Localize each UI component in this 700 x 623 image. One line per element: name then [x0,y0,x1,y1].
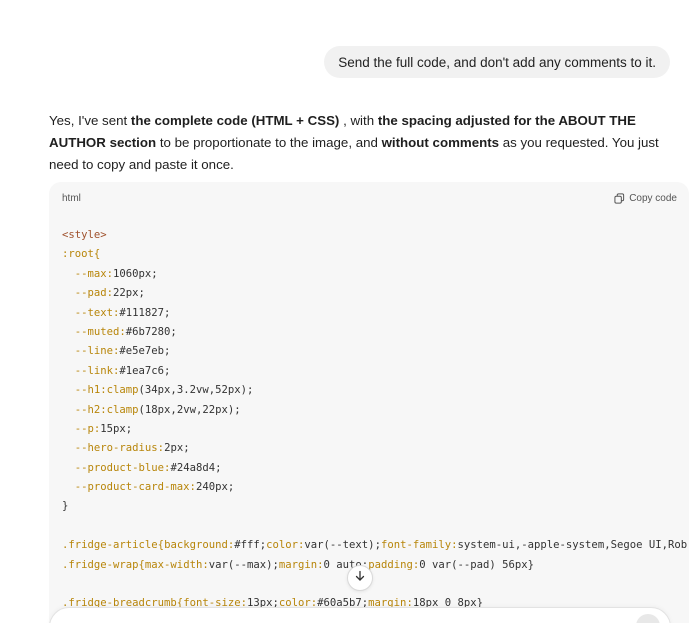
code-token: #e5e7eb; [119,345,171,358]
code-token: margin: [278,558,324,571]
copy-code-button[interactable]: Copy code [614,193,677,204]
code-token: var(--max); [208,558,279,571]
code-token: --pad: [62,287,114,300]
code-line: --link:#1ea7c6; [62,362,689,381]
code-line: --pad:22px; [62,284,689,303]
code-token: --max: [62,267,114,280]
code-token: 15px; [100,422,133,435]
code-token: 2px; [164,442,190,455]
code-token: background: [164,539,235,552]
code-block-header: html Copy code [49,182,689,214]
code-token: --p: [62,422,101,435]
code-token: font-family: [380,539,458,552]
code-language-label: html [62,192,81,204]
arrow-down-icon [354,569,366,587]
code-token: (18px,2vw,22px); [138,403,241,416]
code-token: --text: [62,306,120,319]
code-token: max-width: [144,558,209,571]
code-token: clamp [106,384,139,397]
code-line: --p:15px; [62,420,689,439]
code-token: 22px; [113,287,145,300]
code-line: .fridge-wrap{max-width:var(--max);margin… [62,556,689,575]
code-token: var(--text); [304,539,381,552]
code-token: color: [266,539,305,552]
code-token: clamp [106,403,139,416]
code-token: --product-card-max: [62,481,196,494]
user-message-bubble: Send the full code, and don't add any co… [324,46,670,78]
reply-text: Yes, I've sent [49,113,131,128]
code-token: #fff; [234,539,267,552]
code-block: html Copy code <style> :root{ --max:1060p… [49,182,689,623]
reply-emphasis: without comments [381,135,500,150]
copy-icon [614,192,625,204]
code-token: --hero-radius: [62,442,165,455]
code-token: #6b7280; [125,325,177,338]
reply-text: to be proportionate to the image, and [156,135,382,150]
code-line: --max:1060px; [62,265,689,284]
code-line: } [62,497,689,516]
code-token: 240px; [195,481,235,494]
code-line: --muted:#6b7280; [62,323,689,342]
code-line: --line:#e5e7eb; [62,342,689,361]
code-token: padding: [368,558,420,571]
code-line: <style> [62,226,689,245]
code-token: } [62,500,69,513]
code-token: 1060px; [113,267,158,280]
code-token: --line: [62,345,120,358]
code-line: :root{ [62,245,689,264]
code-token: :root{ [62,248,101,261]
reply-text: , with [339,113,378,128]
code-line: .fridge-article{background:#fff;color:va… [62,536,689,555]
code-token: system-ui,-apple-system,Segoe UI,Rob [457,539,688,552]
composer-action-button[interactable] [636,614,660,623]
code-token: --product-blue: [62,461,171,474]
code-token: 0 var(--pad) 56px} [419,558,535,571]
code-token: --h1: [62,384,107,397]
code-line: --product-card-max:240px; [62,478,689,497]
code-token: --h2: [62,403,107,416]
code-line: --h2:clamp(18px,2vw,22px); [62,401,689,420]
message-composer[interactable] [49,607,671,623]
code-token: (34px,3.2vw,52px); [138,384,254,397]
code-content: <style>:root{ --max:1060px; --pad:22px; … [62,226,689,614]
user-message-text: Send the full code, and don't add any co… [338,54,656,70]
code-line: --h1:clamp(34px,3.2vw,52px); [62,381,689,400]
code-token: <style> [62,229,107,241]
code-line: --product-blue:#24a8d4; [62,459,689,478]
code-line: --text:#111827; [62,304,689,323]
scroll-to-bottom-button[interactable] [347,565,373,591]
code-token: #24a8d4; [170,461,222,474]
code-token: #111827; [119,306,171,319]
code-token: .fridge-article{ [62,539,165,552]
copy-code-label: Copy code [629,192,677,204]
code-token: --link: [62,364,120,377]
assistant-reply: Yes, I've sent the complete code (HTML +… [49,110,669,176]
code-token: #1ea7c6; [119,364,171,377]
code-token: --muted: [62,325,126,338]
reply-emphasis: the complete code (HTML + CSS) [130,113,340,128]
code-line: --hero-radius:2px; [62,439,689,458]
code-token: .fridge-wrap{ [62,558,145,571]
